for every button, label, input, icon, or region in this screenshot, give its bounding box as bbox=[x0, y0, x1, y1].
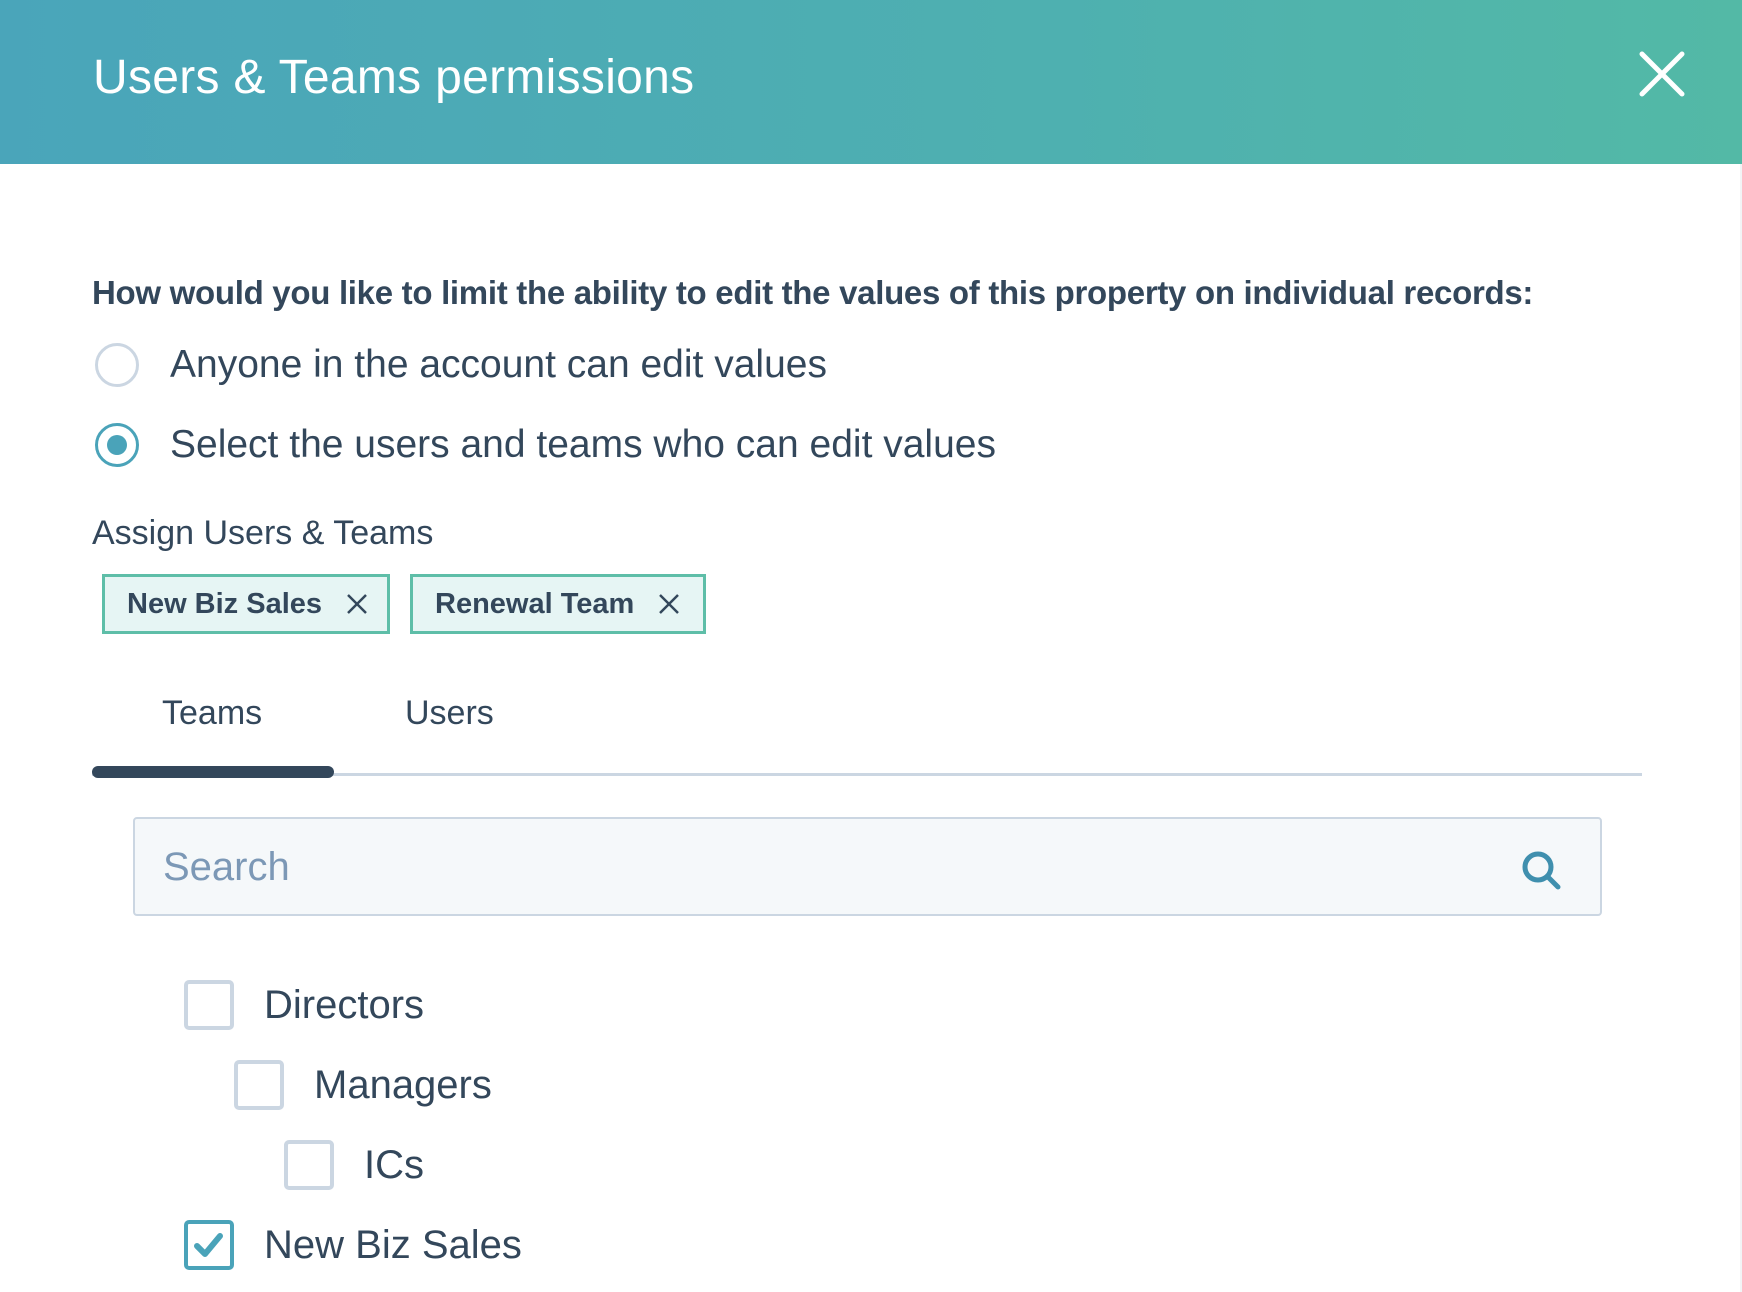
search-button[interactable] bbox=[1520, 849, 1564, 893]
radio-option-anyone[interactable]: Anyone in the account can edit values bbox=[95, 343, 827, 387]
checkbox-checked[interactable] bbox=[184, 1220, 234, 1270]
team-label: Managers bbox=[314, 1062, 492, 1107]
active-tab-indicator bbox=[92, 766, 334, 778]
team-item-new-biz-sales[interactable]: New Biz Sales bbox=[184, 1220, 522, 1270]
tag-new-biz-sales: New Biz Sales bbox=[102, 574, 390, 634]
radio-button-selected[interactable] bbox=[95, 423, 139, 467]
tab-users[interactable]: Users bbox=[405, 694, 494, 733]
tab-teams[interactable]: Teams bbox=[162, 694, 262, 733]
tag-label: New Biz Sales bbox=[127, 587, 323, 620]
radio-button[interactable] bbox=[95, 343, 139, 387]
remove-tag-button[interactable] bbox=[656, 591, 682, 617]
checkbox[interactable] bbox=[284, 1140, 334, 1190]
team-label: ICs bbox=[364, 1142, 424, 1187]
search-box bbox=[133, 817, 1602, 916]
close-icon bbox=[659, 594, 680, 614]
tag-renewal-team: Renewal Team bbox=[410, 574, 706, 634]
modal-header: Users & Teams permissions bbox=[0, 0, 1742, 164]
search-input[interactable] bbox=[161, 819, 1465, 916]
close-button[interactable] bbox=[1632, 44, 1692, 104]
team-item-ics[interactable]: ICs bbox=[284, 1140, 424, 1190]
radio-label: Select the users and teams who can edit … bbox=[170, 423, 996, 466]
team-item-directors[interactable]: Directors bbox=[184, 980, 424, 1030]
close-icon bbox=[347, 594, 367, 614]
search-icon bbox=[1522, 851, 1561, 890]
team-item-managers[interactable]: Managers bbox=[234, 1060, 492, 1110]
permission-question: How would you like to limit the ability … bbox=[92, 274, 1534, 311]
team-label: Directors bbox=[264, 982, 425, 1027]
checkbox[interactable] bbox=[234, 1060, 284, 1110]
team-label: New Biz Sales bbox=[264, 1222, 522, 1267]
checkmark-icon bbox=[194, 1233, 223, 1257]
modal-title: Users & Teams permissions bbox=[93, 51, 695, 104]
tag-label: Renewal Team bbox=[435, 587, 635, 620]
assign-users-teams-label: Assign Users & Teams bbox=[92, 514, 434, 552]
checkbox[interactable] bbox=[184, 980, 234, 1030]
close-icon bbox=[1639, 51, 1685, 97]
remove-tag-button[interactable] bbox=[344, 591, 370, 617]
radio-label: Anyone in the account can edit values bbox=[170, 343, 827, 386]
radio-option-select-users-teams[interactable]: Select the users and teams who can edit … bbox=[95, 423, 996, 467]
